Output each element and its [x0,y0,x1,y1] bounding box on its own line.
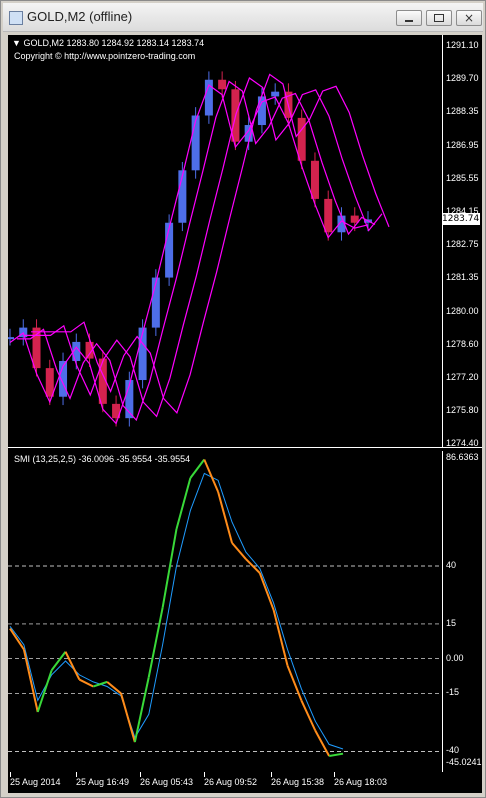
time-axis-label: 25 Aug 2014 [10,777,61,787]
symbol-info-text: GOLD,M2 1283.80 1284.92 1283.14 1283.74 [23,38,205,48]
price-axis-label: 1291.10 [446,40,479,50]
time-axis-label: 25 Aug 16:49 [76,777,130,787]
smi-line-segment [328,752,344,757]
price-axis-label: 1281.35 [446,272,479,283]
smi-line-segment [314,730,331,757]
price-candle [271,91,280,97]
smi-line-segment [64,651,81,680]
smi-label: SMI (13,25,2,5) -36.0096 -35.9554 -35.95… [14,454,191,464]
smi-line-segment [147,607,164,678]
smi-axis-label: 15 [446,617,457,628]
smi-line-segment [217,491,233,544]
smi-line-segment [9,628,25,650]
smi-line-segment [120,693,136,743]
smi-line-segment [133,677,150,743]
smi-signal-line [9,472,344,750]
price-axis-label: 1278.60 [446,338,479,349]
price-axis-label: 1285.55 [446,172,479,183]
chart-icon [9,11,23,25]
smi-line-segment [189,458,206,479]
time-axis-label: 26 Aug 09:52 [204,777,258,787]
smi-line-segment [203,459,220,493]
price-axis-label: 1286.95 [446,139,479,150]
price-candle [310,160,319,199]
title-bar[interactable]: GOLD,M2 (offline) × [3,3,483,32]
window-title: GOLD,M2 (offline) [27,9,133,24]
time-axis-label: 26 Aug 05:43 [140,777,194,787]
smi-line-segment [258,572,275,611]
price-candle [297,117,306,161]
close-button[interactable]: × [456,10,482,26]
restore-button[interactable] [426,10,452,26]
price-candle [218,79,227,90]
smi-indicator-pane[interactable]: SMI (13,25,2,5) -36.0096 -35.9554 -35.95… [8,451,482,773]
smi-axis-label: 0.00 [446,652,464,663]
price-candle [324,198,333,233]
price-axis-label: 1289.70 [446,73,479,84]
smi-axis-label: 86.6363 [446,452,479,462]
smi-line-segment [175,477,192,530]
price-axis-label: 1284.15 [446,206,479,216]
symbol-info-line: ▼ GOLD,M2 1283.80 1284.92 1283.14 1283.7… [12,38,204,48]
price-candle [350,215,359,223]
copyright-text: Copyright © http://www.pointzero-trading… [14,51,196,61]
time-axis: 25 Aug 2014 25 Aug 16:49 26 Aug 05:43 26 Au… [8,772,482,793]
chart-area[interactable]: ▼ GOLD,M2 1283.80 1284.92 1283.14 1283.7… [8,35,482,793]
time-axis-label: 26 Aug 15:38 [271,777,325,787]
price-candle [45,368,54,397]
price-candle [138,327,147,381]
restore-icon [434,14,444,22]
smi-chart[interactable] [8,451,482,772]
smi-line-segment [272,609,289,666]
price-axis-label: 1282.75 [446,239,479,250]
main-price-pane[interactable]: ▼ GOLD,M2 1283.80 1284.92 1283.14 1283.7… [8,35,482,448]
envelope-line [31,73,390,414]
price-axis-label: 1288.35 [446,106,479,117]
smi-axis-label: 40 [446,560,457,571]
smi-axis-label: -40 [446,745,460,756]
price-candle [32,327,41,369]
minimize-icon [405,20,413,22]
smi-axis-label: -45.0241 [446,757,482,767]
price-candle [165,222,174,278]
price-candle [8,337,14,340]
price-axis-label: 1277.20 [446,372,479,382]
price-axis-label: 1274.40 [446,438,479,449]
minimize-button[interactable] [396,10,422,26]
price-chart[interactable] [8,35,482,447]
dropdown-triangle-icon: ▼ [12,38,21,48]
time-axis-label: 26 Aug 18:03 [334,777,388,787]
price-axis-label: 1280.00 [446,305,479,316]
smi-line-segment [231,542,247,560]
envelope-line [24,77,383,418]
price-axis-label: 1275.80 [446,405,479,416]
price-candle [191,115,200,171]
smi-axis-label: -15 [446,687,460,698]
close-icon: × [463,11,475,25]
smi-line-segment [36,669,53,713]
chart-window: GOLD,M2 (offline) × ▼ GOLD,M2 1283.80 12… [0,0,486,798]
smi-line-segment [161,528,178,608]
